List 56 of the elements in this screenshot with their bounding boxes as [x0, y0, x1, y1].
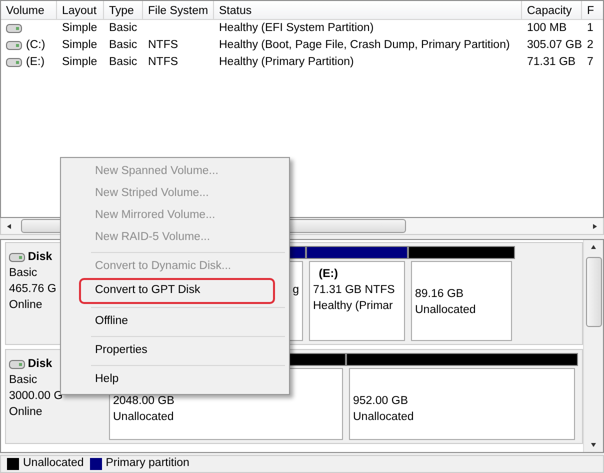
column-header[interactable]: Volume	[1, 1, 57, 19]
disk-status: Online	[9, 405, 44, 420]
partition-text: Unallocated	[113, 411, 174, 423]
partition-text: 71.31 GB NTFS	[313, 284, 395, 296]
partition-text: 2048.00 GB	[113, 395, 174, 407]
menu-item[interactable]: Convert to GPT Disk	[79, 278, 275, 304]
table-cell-text: Healthy (Primary Partition)	[219, 54, 354, 70]
disk-name: Disk	[28, 250, 52, 265]
table-cell-text: Healthy (Boot, Page File, Crash Dump, Primary Partition)	[219, 38, 510, 53]
drive-icon	[6, 41, 22, 50]
partition-text: Unallocated	[415, 304, 476, 316]
table-cell-text: (C:)	[26, 38, 46, 53]
legend-label: Primary partition	[106, 456, 190, 472]
column-header[interactable]: Capacity	[522, 1, 582, 19]
menu-item[interactable]: Properties	[63, 340, 287, 362]
partition-panel[interactable]: 89.16 GB Unallocated	[411, 261, 512, 341]
table-cell-text: 100 MB	[527, 20, 567, 36]
table-cell-text: 71.31 GB	[527, 54, 576, 70]
partition-text: 89.16 GB	[415, 288, 464, 300]
partition-text: Healthy (Primar	[313, 300, 393, 312]
table-cell-text: NTFS	[148, 38, 178, 53]
column-header[interactable]: Layout	[57, 1, 104, 19]
drive-icon	[6, 24, 22, 33]
legend-label: Unallocated	[23, 456, 84, 472]
scroll-left-icon[interactable]	[7, 224, 12, 228]
disk-status: Online	[9, 298, 44, 313]
table-cell-text: 1	[587, 20, 594, 36]
scroll-up-icon[interactable]	[591, 245, 596, 250]
column-header[interactable]: F	[582, 1, 603, 19]
drive-icon	[6, 58, 22, 67]
table-cell-text: 7	[587, 54, 594, 70]
partition-title: (E:)	[318, 267, 339, 282]
menu-item[interactable]: Offline	[63, 311, 287, 333]
table-cell-text: Healthy (EFI System Partition)	[219, 20, 374, 36]
partition-panel[interactable]: 952.00 GB Unallocated	[349, 368, 575, 440]
column-header[interactable]: File System	[143, 1, 214, 19]
disk-name: Disk	[28, 357, 52, 372]
table-cell-text: (E:)	[26, 54, 45, 70]
table-cell-text: Simple	[62, 38, 98, 53]
table-cell-text: Basic	[109, 38, 138, 53]
scroll-right-icon[interactable]	[592, 224, 597, 228]
table-cell-text: 305.07 GB	[527, 38, 582, 53]
partition-text: 952.00 GB	[353, 395, 408, 407]
table-cell-text: 2	[587, 38, 594, 53]
table-cell-text: Simple	[62, 54, 98, 70]
table-cell-text: Basic	[109, 54, 138, 70]
table-cell-text: Simple	[62, 20, 98, 36]
table-cell-text: Basic	[109, 20, 138, 36]
scroll-down-icon[interactable]	[591, 442, 596, 447]
scrollbar-thumb[interactable]	[586, 257, 602, 327]
column-header[interactable]: Status	[214, 1, 522, 19]
partition-text: g	[292, 284, 299, 296]
table-cell-text: NTFS	[148, 54, 178, 70]
partition-panel[interactable]: (E:) 71.31 GB NTFS Healthy (Primar	[309, 261, 405, 341]
partition-text: Unallocated	[353, 411, 414, 423]
column-header[interactable]: Type	[104, 1, 143, 19]
